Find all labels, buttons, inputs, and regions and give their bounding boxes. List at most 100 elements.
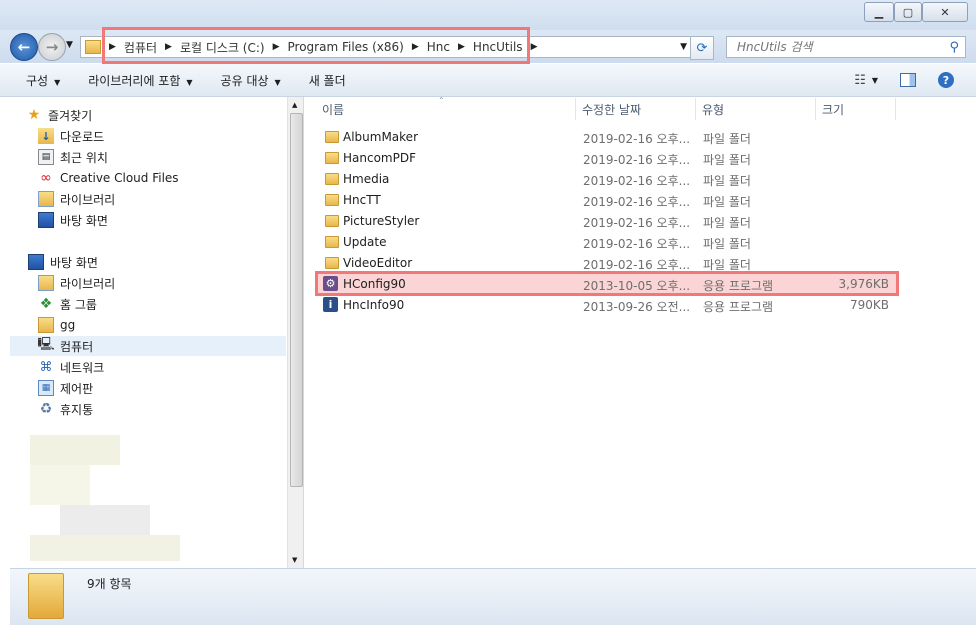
recent-places-icon: ▤ bbox=[38, 149, 54, 165]
sidebar-item-creative-cloud[interactable]: ∞ Creative Cloud Files bbox=[38, 168, 286, 188]
share-with-button[interactable]: 공유 대상 ▼ bbox=[207, 72, 295, 89]
column-size-label: 크기 bbox=[822, 102, 845, 117]
file-modified: 2019-02-16 오후... bbox=[583, 216, 691, 230]
sidebar-item-recent[interactable]: ▤ 최근 위치 bbox=[38, 147, 286, 167]
minimize-button[interactable]: ▁ bbox=[864, 2, 894, 22]
file-type: 응용 프로그램 bbox=[703, 300, 774, 314]
file-name: Hmedia bbox=[343, 172, 390, 186]
sidebar-item-recycle-bin[interactable]: ♻ 휴지통 bbox=[38, 399, 286, 419]
chevron-right-icon[interactable]: ▶ bbox=[531, 42, 538, 52]
folder-icon bbox=[325, 215, 339, 227]
sidebar-item-desktop[interactable]: 바탕 화면 bbox=[28, 252, 286, 272]
include-in-library-button[interactable]: 라이브러리에 포함 ▼ bbox=[74, 72, 206, 89]
sidebar-item-label: 홈 그룹 bbox=[60, 297, 97, 312]
sidebar-item-control-panel[interactable]: ▦ 제어판 bbox=[38, 378, 286, 398]
sidebar-item-label: gg bbox=[60, 318, 76, 332]
file-type: 파일 폴더 bbox=[703, 237, 751, 251]
search-input[interactable] bbox=[735, 39, 947, 55]
file-type: 파일 폴더 bbox=[703, 153, 751, 167]
table-row[interactable]: PictureStyler 2019-02-16 오후... 파일 폴더 bbox=[317, 211, 897, 232]
scroll-down-icon[interactable]: ▼ bbox=[292, 556, 297, 564]
column-header-size[interactable]: 크기 bbox=[816, 98, 896, 120]
column-modified-label: 수정한 날짜 bbox=[582, 102, 642, 117]
blurred-region bbox=[60, 505, 150, 535]
table-row[interactable]: i HncInfo90 2013-09-26 오전... 응용 프로그램 790KB bbox=[317, 295, 897, 316]
file-name: HancomPDF bbox=[343, 151, 416, 165]
table-row[interactable]: AlbumMaker 2019-02-16 오후... 파일 폴더 bbox=[317, 127, 897, 148]
scroll-up-icon[interactable]: ▲ bbox=[292, 101, 297, 109]
creative-cloud-icon: ∞ bbox=[40, 170, 52, 186]
address-highlight bbox=[102, 27, 530, 64]
organize-button[interactable]: 구성 ▼ bbox=[0, 72, 74, 89]
file-name: Update bbox=[343, 235, 387, 249]
search-box[interactable]: ⚲ bbox=[726, 36, 966, 58]
folder-icon bbox=[85, 40, 101, 54]
folder-icon bbox=[325, 131, 339, 143]
sidebar-item-favorites[interactable]: ★ 즐겨찾기 bbox=[26, 105, 286, 125]
view-dropdown-icon[interactable]: ▼ bbox=[872, 76, 878, 85]
sidebar-item-label: 라이브러리 bbox=[60, 192, 116, 207]
pane-divider[interactable] bbox=[303, 97, 304, 568]
blurred-region bbox=[30, 435, 120, 465]
info-app-icon: i bbox=[323, 297, 338, 312]
address-dropdown-icon[interactable]: ▼ bbox=[680, 42, 687, 52]
blurred-region bbox=[30, 465, 90, 505]
column-header-modified[interactable]: 수정한 날짜 bbox=[576, 98, 696, 120]
table-row[interactable]: Update 2019-02-16 오후... 파일 폴더 bbox=[317, 232, 897, 253]
refresh-button[interactable]: ⟳ bbox=[690, 36, 714, 60]
file-name: AlbumMaker bbox=[343, 130, 418, 144]
sidebar-item-label: 휴지통 bbox=[60, 402, 94, 417]
sidebar-item-label: 라이브러리 bbox=[60, 276, 116, 291]
network-icon: ⌘ bbox=[39, 359, 53, 375]
sidebar-item-computer[interactable]: 🖳 컴퓨터 bbox=[10, 336, 286, 356]
sidebar-scrollbar[interactable]: ▲ ▼ bbox=[287, 97, 304, 568]
column-name-label: 이름 bbox=[322, 102, 345, 117]
preview-pane-icon[interactable] bbox=[900, 73, 916, 87]
table-row[interactable]: HancomPDF 2019-02-16 오후... 파일 폴더 bbox=[317, 148, 897, 169]
sidebar-item-libraries-2[interactable]: 라이브러리 bbox=[38, 273, 286, 293]
file-modified: 2019-02-16 오후... bbox=[583, 132, 691, 146]
table-row[interactable]: Hmedia 2019-02-16 오후... 파일 폴더 bbox=[317, 169, 897, 190]
sort-ascending-icon: ⌃ bbox=[438, 96, 445, 105]
recent-pages-dropdown[interactable]: ▼ bbox=[66, 40, 73, 50]
navigation-pane: ★ 즐겨찾기 ↓ 다운로드 ▤ 최근 위치 ∞ Creative Cloud F… bbox=[10, 97, 286, 568]
back-button[interactable]: ← bbox=[10, 33, 38, 61]
search-icon[interactable]: ⚲ bbox=[949, 40, 959, 55]
sidebar-item-desktop-fav[interactable]: 바탕 화면 bbox=[38, 210, 286, 230]
share-with-label: 공유 대상 bbox=[220, 73, 269, 88]
close-button[interactable]: ✕ bbox=[922, 2, 968, 22]
file-modified: 2019-02-16 오후... bbox=[583, 237, 691, 251]
sidebar-item-user[interactable]: gg bbox=[38, 315, 286, 335]
view-options-icon[interactable]: ☷ bbox=[854, 73, 866, 88]
help-icon[interactable]: ? bbox=[938, 72, 954, 88]
control-panel-icon: ▦ bbox=[38, 380, 54, 396]
column-header-name[interactable]: 이름 ⌃ bbox=[316, 96, 576, 120]
forward-button[interactable]: → bbox=[38, 33, 66, 61]
sidebar-item-network[interactable]: ⌘ 네트워크 bbox=[38, 357, 286, 377]
file-name: PictureStyler bbox=[343, 214, 420, 228]
new-folder-button[interactable]: 새 폴더 bbox=[295, 72, 360, 89]
star-icon: ★ bbox=[27, 107, 41, 123]
maximize-button[interactable]: ▢ bbox=[894, 2, 922, 22]
file-modified: 2019-02-16 오후... bbox=[583, 153, 691, 167]
scroll-thumb[interactable] bbox=[290, 113, 303, 487]
sidebar-item-libraries[interactable]: 라이브러리 bbox=[38, 189, 286, 209]
column-header-type[interactable]: 유형 bbox=[696, 98, 816, 120]
organize-label: 구성 bbox=[26, 73, 49, 88]
folder-large-icon bbox=[28, 573, 64, 619]
file-modified: 2019-02-16 오후... bbox=[583, 174, 691, 188]
table-row[interactable]: HncTT 2019-02-16 오후... 파일 폴더 bbox=[317, 190, 897, 211]
library-icon bbox=[38, 191, 54, 207]
file-name: HncTT bbox=[343, 193, 381, 207]
folder-icon bbox=[325, 173, 339, 185]
item-count: 9개 항목 bbox=[87, 577, 132, 591]
sidebar-item-label: 즐겨찾기 bbox=[48, 108, 93, 123]
sidebar-item-downloads[interactable]: ↓ 다운로드 bbox=[38, 126, 286, 146]
folder-icon bbox=[325, 194, 339, 206]
file-modified: 2019-02-16 오후... bbox=[583, 195, 691, 209]
chevron-down-icon: ▼ bbox=[274, 77, 281, 87]
file-type: 파일 폴더 bbox=[703, 216, 751, 230]
homegroup-icon: ❖ bbox=[39, 296, 53, 312]
sidebar-item-homegroup[interactable]: ❖ 홈 그룹 bbox=[38, 294, 286, 314]
file-modified: 2013-09-26 오전... bbox=[583, 300, 691, 314]
